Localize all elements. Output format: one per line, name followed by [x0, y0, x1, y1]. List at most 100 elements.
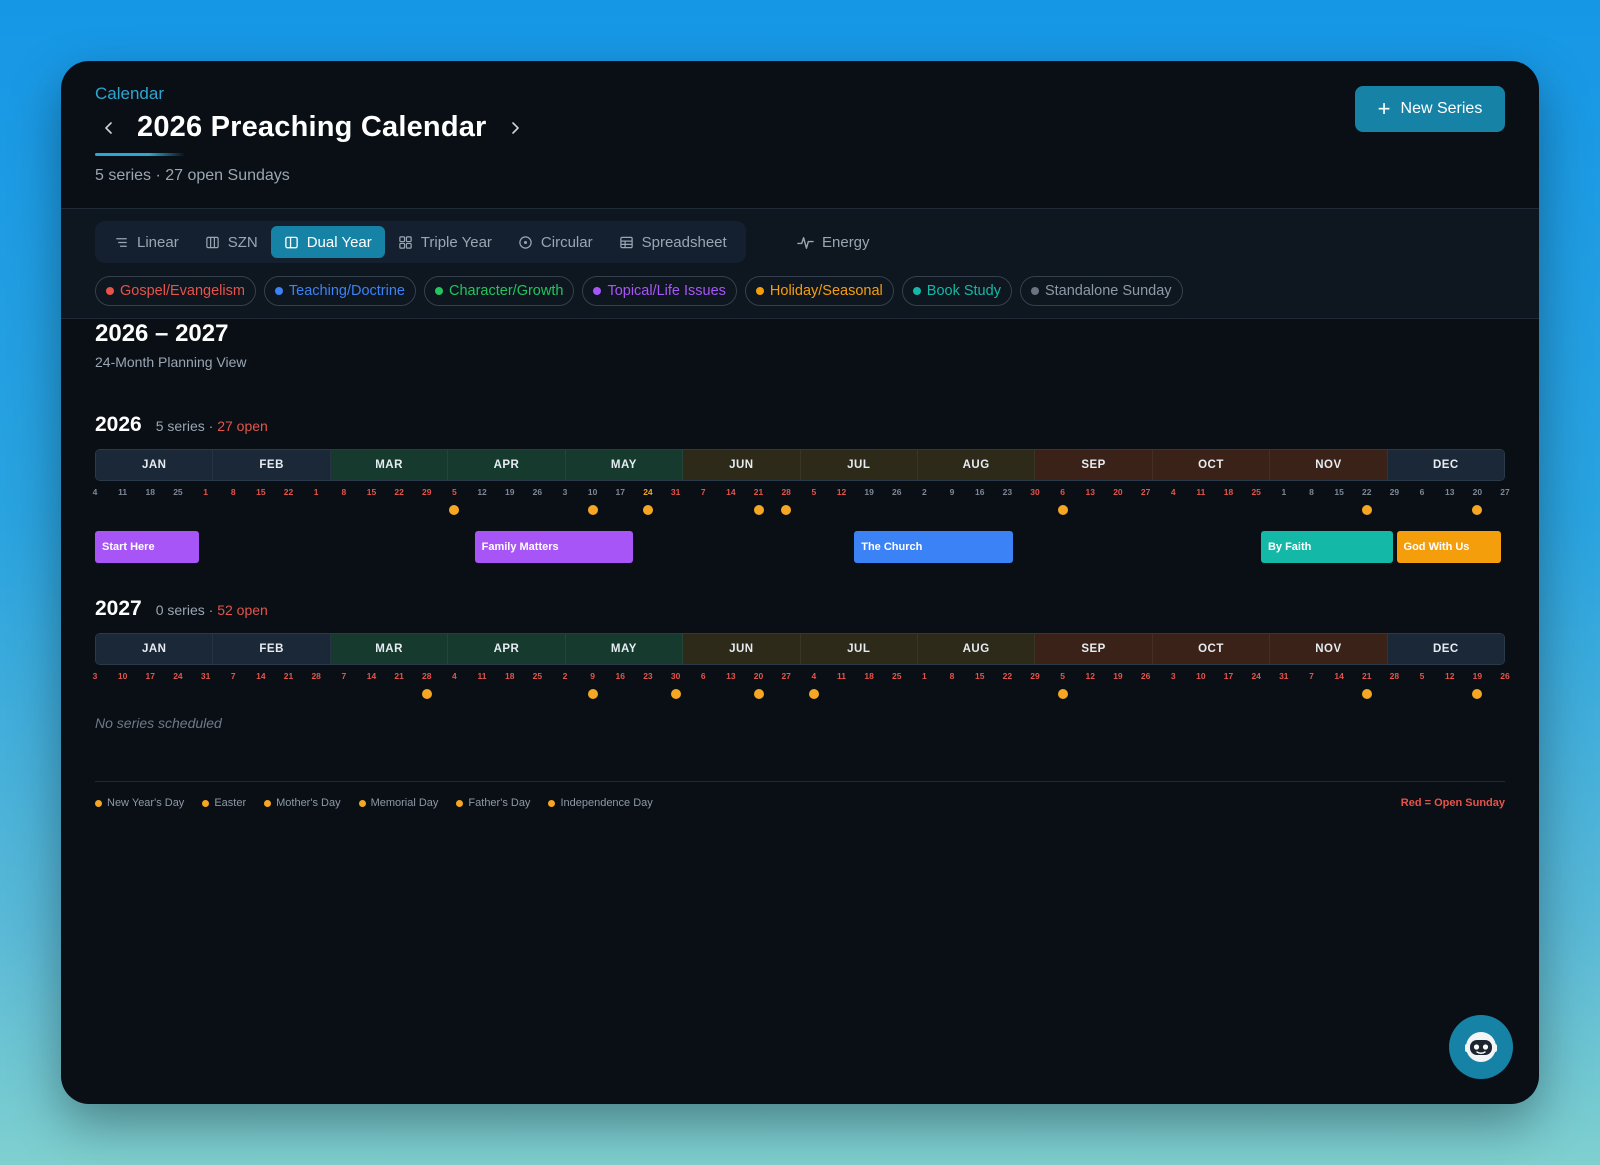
filter-chip[interactable]: Standalone Sunday [1019, 276, 1183, 306]
sunday-date[interactable]: 17 [616, 487, 625, 497]
sunday-date[interactable]: 3 [93, 671, 98, 681]
series-bar[interactable]: Family Matters [474, 531, 634, 563]
sunday-date[interactable]: 20 [754, 671, 763, 681]
tab-linear[interactable]: Linear [101, 226, 192, 258]
holiday-marker[interactable] [808, 689, 819, 699]
new-series-button[interactable]: + New Series [1355, 86, 1505, 132]
sunday-date[interactable]: 28 [311, 671, 320, 681]
sunday-date[interactable]: 8 [231, 487, 236, 497]
month-cell[interactable]: DEC [1387, 634, 1504, 664]
sunday-date[interactable]: 4 [811, 671, 816, 681]
month-cell[interactable]: MAY [565, 634, 684, 664]
sunday-date[interactable]: 7 [1309, 671, 1314, 681]
breadcrumb[interactable]: Calendar [95, 84, 164, 104]
sunday-date[interactable]: 3 [1171, 671, 1176, 681]
month-cell[interactable]: JUL [800, 634, 918, 664]
sunday-date[interactable]: 28 [781, 487, 790, 497]
sunday-date[interactable]: 12 [477, 487, 486, 497]
month-cell[interactable]: JAN [96, 634, 214, 664]
sunday-date[interactable]: 18 [864, 671, 873, 681]
month-cell[interactable]: JAN [96, 450, 214, 480]
sunday-date[interactable]: 21 [284, 671, 293, 681]
month-cell[interactable]: DEC [1387, 450, 1504, 480]
month-cell[interactable]: AUG [917, 634, 1036, 664]
sunday-date[interactable]: 15 [256, 487, 265, 497]
sunday-date[interactable]: 4 [452, 671, 457, 681]
tab-circular[interactable]: Circular [505, 226, 606, 258]
sunday-date[interactable]: 1 [922, 671, 927, 681]
month-cell[interactable]: NOV [1270, 450, 1388, 480]
sunday-date[interactable]: 13 [726, 671, 735, 681]
sunday-date[interactable]: 24 [173, 671, 182, 681]
sunday-date[interactable]: 29 [422, 487, 431, 497]
sunday-date[interactable]: 14 [1334, 671, 1343, 681]
sunday-date[interactable]: 28 [1390, 671, 1399, 681]
sunday-date[interactable]: 19 [864, 487, 873, 497]
filter-chip[interactable]: Topical/Life Issues [582, 276, 737, 306]
assistant-button[interactable] [1449, 1015, 1513, 1079]
sunday-date[interactable]: 26 [892, 487, 901, 497]
holiday-marker[interactable] [642, 505, 653, 515]
sunday-date[interactable]: 20 [1473, 487, 1482, 497]
sunday-date[interactable]: 19 [1473, 671, 1482, 681]
sunday-date[interactable]: 11 [1196, 487, 1205, 497]
sunday-date[interactable]: 11 [118, 487, 127, 497]
sunday-date[interactable]: 25 [533, 671, 542, 681]
holiday-marker[interactable] [1361, 505, 1372, 515]
sunday-date[interactable]: 2 [563, 671, 568, 681]
sunday-date[interactable]: 30 [671, 671, 680, 681]
filter-chip[interactable]: Teaching/Doctrine [263, 276, 416, 306]
previous-year-button[interactable] [95, 114, 123, 142]
sunday-date[interactable]: 22 [394, 487, 403, 497]
sunday-date[interactable]: 14 [256, 671, 265, 681]
sunday-date[interactable]: 5 [1420, 671, 1425, 681]
tab-szn[interactable]: SZN [192, 226, 271, 258]
sunday-date[interactable]: 12 [1086, 671, 1095, 681]
sunday-date[interactable]: 16 [975, 487, 984, 497]
holiday-marker[interactable] [1472, 505, 1483, 515]
sunday-date[interactable]: 29 [1030, 671, 1039, 681]
series-bar[interactable]: The Church [854, 531, 1013, 563]
sunday-date[interactable]: 2 [922, 487, 927, 497]
sunday-date[interactable]: 5 [811, 487, 816, 497]
month-cell[interactable]: JUN [683, 450, 801, 480]
sunday-date[interactable]: 19 [505, 487, 514, 497]
sunday-date[interactable]: 30 [1030, 487, 1039, 497]
sunday-date[interactable]: 8 [1309, 487, 1314, 497]
sunday-date[interactable]: 7 [341, 671, 346, 681]
sunday-date[interactable]: 13 [1086, 487, 1095, 497]
month-cell[interactable]: JUN [683, 634, 801, 664]
sunday-date[interactable]: 8 [341, 487, 346, 497]
holiday-marker[interactable] [449, 505, 460, 515]
sunday-date[interactable]: 6 [1060, 487, 1065, 497]
holiday-marker[interactable] [670, 689, 681, 699]
sunday-date[interactable]: 12 [1445, 671, 1454, 681]
sunday-date[interactable]: 31 [1279, 671, 1288, 681]
sunday-date[interactable]: 11 [837, 671, 846, 681]
sunday-date[interactable]: 4 [93, 487, 98, 497]
series-bar[interactable]: Start Here [95, 531, 200, 563]
sunday-date[interactable]: 17 [1224, 671, 1233, 681]
sunday-date[interactable]: 11 [478, 671, 487, 681]
holiday-marker[interactable] [1361, 689, 1372, 699]
sunday-date[interactable]: 13 [1445, 487, 1454, 497]
month-cell[interactable]: NOV [1270, 634, 1388, 664]
holiday-marker[interactable] [781, 505, 792, 515]
month-cell[interactable]: SEP [1035, 450, 1153, 480]
tab-energy[interactable]: Energy [797, 226, 870, 258]
sunday-date[interactable]: 15 [1334, 487, 1343, 497]
sunday-date[interactable]: 25 [1251, 487, 1260, 497]
month-cell[interactable]: OCT [1152, 450, 1271, 480]
filter-chip[interactable]: Holiday/Seasonal [744, 276, 894, 306]
sunday-date[interactable]: 3 [563, 487, 568, 497]
sunday-date[interactable]: 21 [1362, 671, 1371, 681]
sunday-date[interactable]: 7 [231, 671, 236, 681]
sunday-date[interactable]: 18 [146, 487, 155, 497]
sunday-date[interactable]: 5 [1060, 671, 1065, 681]
holiday-marker[interactable] [753, 689, 764, 699]
sunday-date[interactable]: 9 [950, 487, 955, 497]
sunday-date[interactable]: 9 [590, 671, 595, 681]
tab-dual-year[interactable]: Dual Year [270, 226, 385, 258]
sunday-date[interactable]: 10 [1196, 671, 1205, 681]
sunday-date[interactable]: 28 [422, 671, 431, 681]
